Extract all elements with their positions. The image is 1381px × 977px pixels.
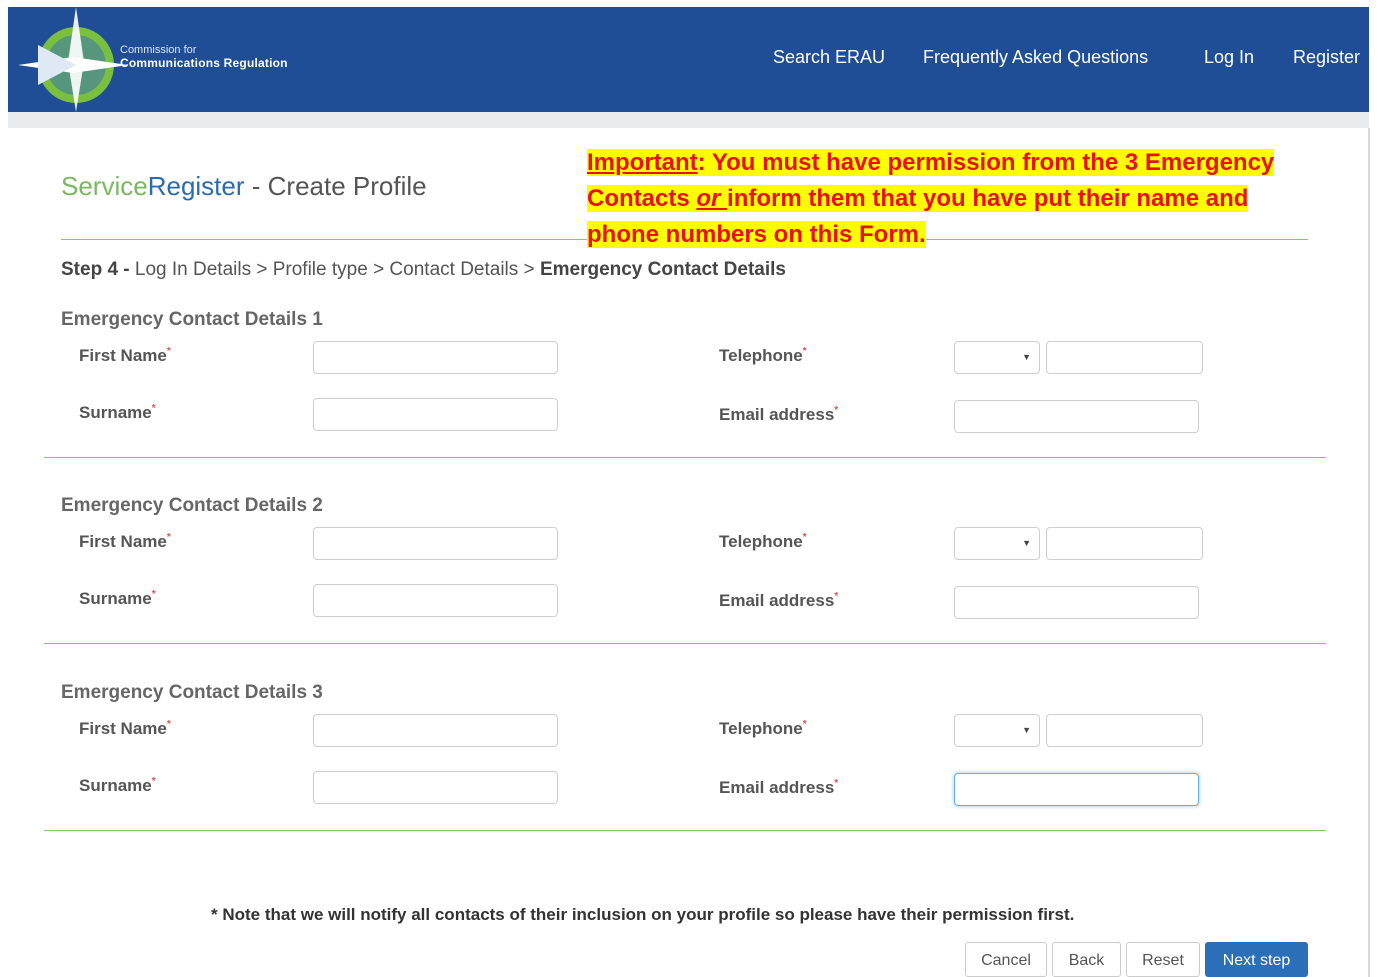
chevron-down-icon: ▼: [1022, 725, 1031, 735]
telephone-label-3: Telephone*: [719, 719, 807, 739]
title-create-profile: - Create Profile: [244, 171, 427, 201]
chevron-down-icon: ▼: [1022, 538, 1031, 548]
email-input-1[interactable]: [954, 400, 1199, 433]
org-name: Commission for Communications Regulation: [120, 44, 288, 70]
notice-or: or: [696, 185, 728, 212]
cancel-button[interactable]: Cancel: [965, 942, 1047, 977]
first-name-label-text: First Name: [79, 532, 167, 551]
section-divider: [44, 643, 1326, 644]
breadcrumb-current: Emergency Contact Details: [539, 259, 786, 280]
surname-label-1: Surname*: [79, 403, 156, 423]
section-divider: [44, 457, 1326, 458]
first-name-input-2[interactable]: [313, 527, 558, 560]
reset-button[interactable]: Reset: [1126, 942, 1200, 977]
required-marker: *: [802, 532, 807, 543]
breadcrumb-step: Step 4 -: [61, 259, 130, 280]
first-name-label-2: First Name*: [79, 532, 171, 552]
telephone-input-3[interactable]: [1046, 714, 1203, 747]
header-shadow-strip: [8, 112, 1369, 128]
surname-label-2: Surname*: [79, 589, 156, 609]
header-bar: Commission for Communications Regulation…: [8, 7, 1369, 112]
telephone-label-text: Telephone: [719, 346, 803, 365]
important-notice: Important: You must have permission from…: [587, 145, 1347, 253]
email-label-2: Email address*: [719, 591, 838, 611]
surname-label-text: Surname: [79, 776, 152, 795]
email-label-text: Email address: [719, 405, 835, 424]
email-label-3: Email address*: [719, 778, 838, 798]
page-title: ServiceRegister - Create Profile: [61, 171, 427, 202]
notice-line1: : You must have permission from the 3 Em…: [697, 149, 1275, 176]
email-input-3[interactable]: [954, 773, 1199, 806]
required-marker: *: [151, 589, 156, 600]
first-name-label-3: First Name*: [79, 719, 171, 739]
permission-note: * Note that we will notify all contacts …: [211, 905, 1075, 924]
title-register: Register: [147, 171, 245, 201]
required-marker: *: [834, 778, 839, 789]
first-name-label-text: First Name: [79, 346, 167, 365]
first-name-input-3[interactable]: [313, 714, 558, 747]
email-label-text: Email address: [719, 778, 835, 797]
required-marker: *: [802, 346, 807, 357]
first-name-label-1: First Name*: [79, 346, 171, 366]
surname-input-3[interactable]: [313, 771, 558, 804]
telephone-input-2[interactable]: [1046, 527, 1203, 560]
required-marker: *: [834, 591, 839, 602]
telephone-label-1: Telephone*: [719, 346, 807, 366]
nav-register[interactable]: Register: [1293, 47, 1360, 68]
required-marker: *: [166, 346, 171, 357]
next-step-button[interactable]: Next step: [1205, 942, 1308, 977]
surname-label-3: Surname*: [79, 776, 156, 796]
phone-prefix-select-2[interactable]: ▼: [954, 527, 1040, 560]
nav-log-in[interactable]: Log In: [1204, 47, 1254, 68]
comreg-logo-icon[interactable]: [18, 7, 128, 112]
nav-search-erau[interactable]: Search ERAU: [773, 47, 885, 68]
email-label-1: Email address*: [719, 405, 838, 425]
telephone-label-text: Telephone: [719, 719, 803, 738]
required-marker: *: [151, 776, 156, 787]
breadcrumb-path: Log In Details > Profile type > Contact …: [129, 259, 540, 280]
section-3-heading: Emergency Contact Details 3: [61, 682, 323, 703]
required-marker: *: [166, 532, 171, 543]
surname-label-text: Surname: [79, 589, 152, 608]
telephone-label-2: Telephone*: [719, 532, 807, 552]
surname-input-1[interactable]: [313, 398, 558, 431]
org-name-line1: Commission for: [120, 44, 197, 56]
first-name-label-text: First Name: [79, 719, 167, 738]
notice-line3: phone numbers on this Form.: [587, 221, 926, 248]
section-2-heading: Emergency Contact Details 2: [61, 495, 323, 516]
section-1-heading: Emergency Contact Details 1: [61, 309, 323, 330]
back-button[interactable]: Back: [1052, 942, 1121, 977]
notice-important: Important: [587, 149, 698, 176]
section-divider: [44, 830, 1326, 831]
phone-prefix-select-1[interactable]: ▼: [954, 341, 1040, 374]
notice-line2a: Contacts: [587, 185, 697, 212]
telephone-label-text: Telephone: [719, 532, 803, 551]
required-marker: *: [834, 405, 839, 416]
chevron-down-icon: ▼: [1022, 352, 1031, 362]
notice-line2b: inform them that you have put their name…: [727, 185, 1249, 212]
first-name-input-1[interactable]: [313, 341, 558, 374]
nav-faq[interactable]: Frequently Asked Questions: [923, 47, 1148, 68]
surname-input-2[interactable]: [313, 584, 558, 617]
org-name-line2: Communications Regulation: [120, 56, 288, 70]
title-service: Service: [61, 171, 148, 201]
email-label-text: Email address: [719, 591, 835, 610]
breadcrumb: Step 4 - Log In Details > Profile type >…: [61, 259, 786, 281]
surname-label-text: Surname: [79, 403, 152, 422]
phone-prefix-select-3[interactable]: ▼: [954, 714, 1040, 747]
telephone-input-1[interactable]: [1046, 341, 1203, 374]
email-input-2[interactable]: [954, 586, 1199, 619]
required-marker: *: [802, 719, 807, 730]
required-marker: *: [166, 719, 171, 730]
required-marker: *: [151, 403, 156, 414]
